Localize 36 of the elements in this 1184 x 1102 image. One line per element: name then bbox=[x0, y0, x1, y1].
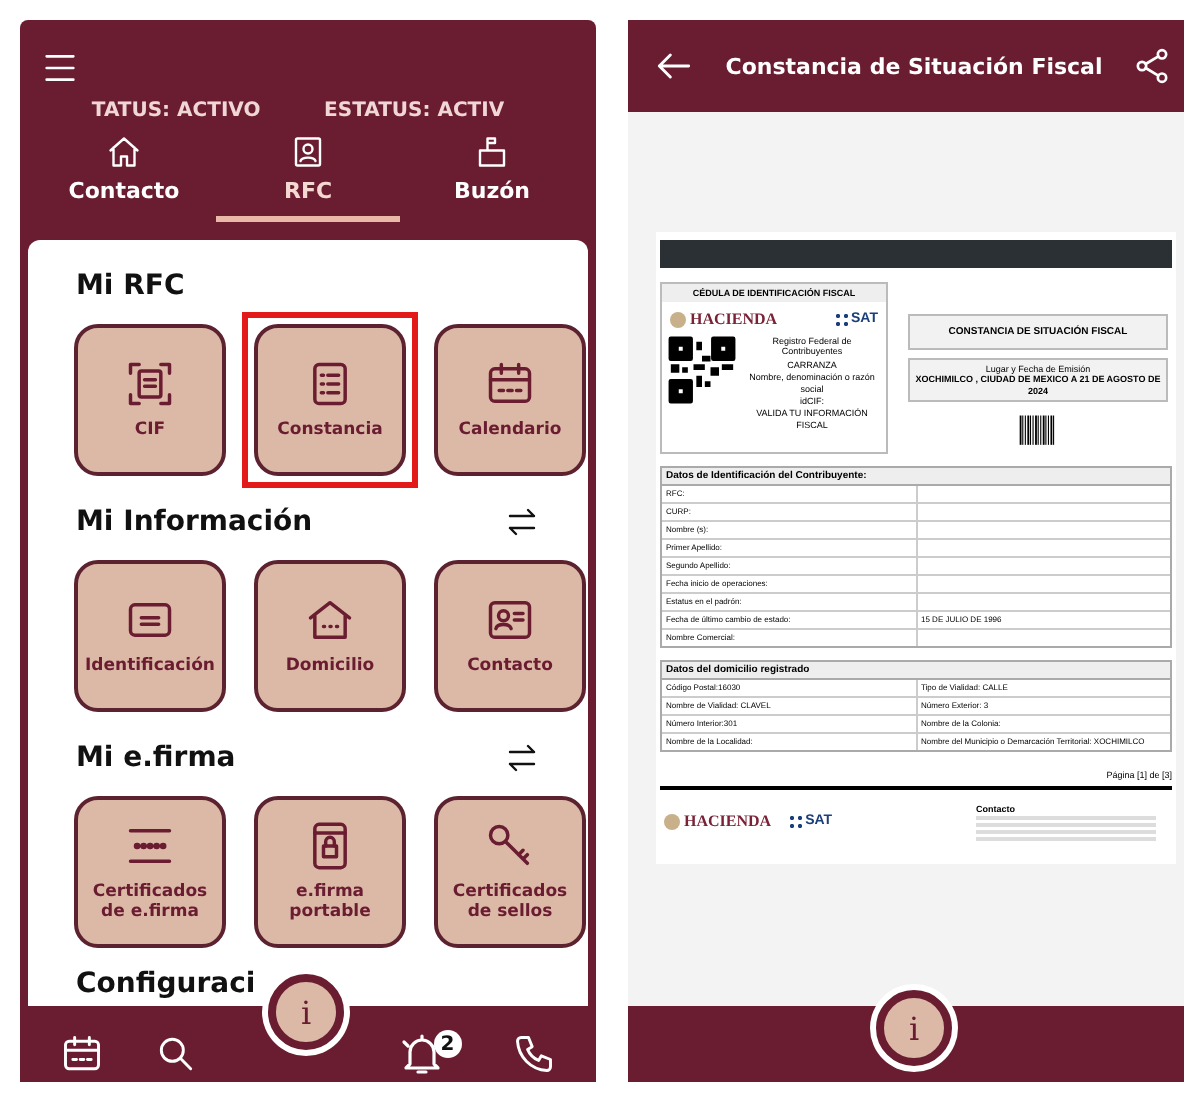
menu-tile[interactable]: Identificación bbox=[74, 560, 226, 712]
menu-tile[interactable]: Certificados de e.firma bbox=[74, 796, 226, 948]
menu-tile[interactable]: Contacto bbox=[434, 560, 586, 712]
screen-title: Constancia de Situación Fiscal bbox=[723, 53, 1105, 79]
menu-tile[interactable]: Constancia bbox=[254, 324, 406, 476]
calendar-icon[interactable] bbox=[60, 1032, 105, 1076]
notification-badge: 2 bbox=[433, 1030, 462, 1058]
phone-icon[interactable] bbox=[511, 1032, 556, 1076]
badge-icon bbox=[290, 134, 326, 170]
share-icon[interactable] bbox=[1132, 46, 1172, 86]
section-title: Configuraci bbox=[74, 968, 258, 1000]
section-title: Mi RFC bbox=[76, 270, 185, 302]
menu-tile[interactable]: Domicilio bbox=[254, 560, 406, 712]
swap-arrows-icon[interactable] bbox=[504, 740, 540, 776]
status-text: TATUS: ACTIVO bbox=[91, 100, 261, 122]
tab[interactable]: RFC bbox=[216, 134, 400, 222]
seal-icon bbox=[664, 813, 680, 830]
scan-document-icon bbox=[124, 358, 176, 411]
seal-icon bbox=[670, 311, 686, 327]
status-text: ESTATUS: ACTIV bbox=[324, 100, 505, 122]
menu-tile[interactable]: Certificados de sellos bbox=[434, 796, 586, 948]
tab[interactable]: Buzón bbox=[400, 134, 584, 222]
section-title: Mi e.firma bbox=[76, 742, 236, 774]
tab[interactable]: Contacto bbox=[32, 134, 216, 222]
info-button[interactable]: i bbox=[876, 990, 952, 1066]
menu-tile[interactable]: Calendario bbox=[434, 324, 586, 476]
section-title: Mi Información bbox=[76, 506, 313, 538]
hacienda-logo: HACIENDA bbox=[664, 812, 772, 831]
menu-tile[interactable]: CIF bbox=[74, 324, 226, 476]
menu-tile[interactable]: e.firma portable bbox=[254, 796, 406, 948]
mailbox-icon bbox=[474, 134, 510, 170]
home-icon bbox=[106, 134, 142, 170]
qr-code-icon bbox=[668, 336, 736, 404]
hacienda-logo: HACIENDA bbox=[670, 310, 778, 328]
swap-arrows-icon[interactable] bbox=[504, 504, 540, 540]
info-button[interactable]: i bbox=[268, 974, 344, 1050]
